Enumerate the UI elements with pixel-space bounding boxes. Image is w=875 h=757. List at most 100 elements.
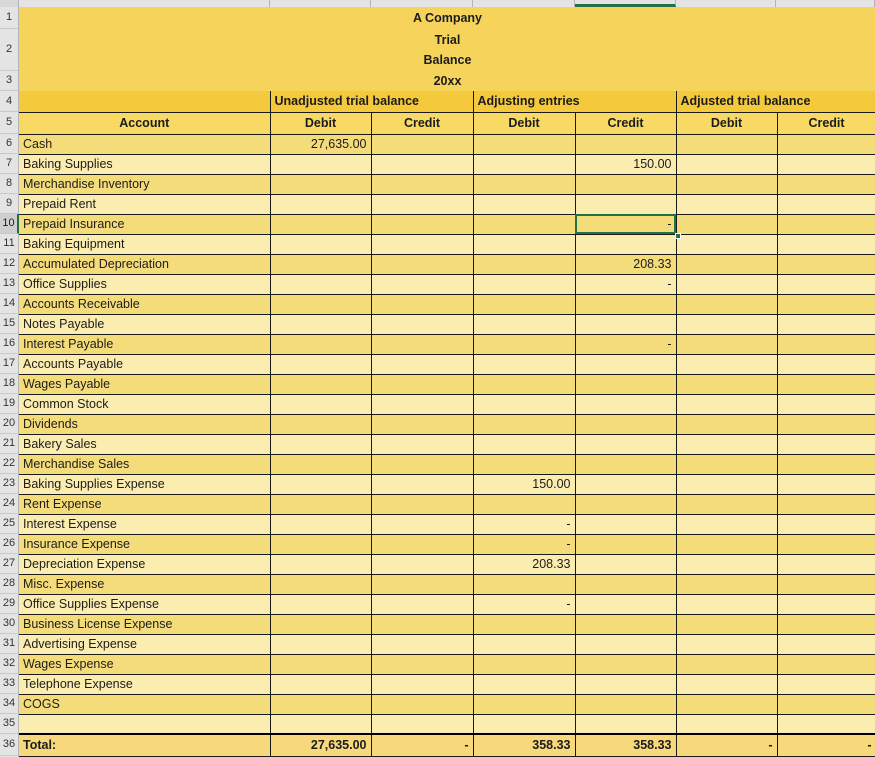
value-cell-f-debit[interactable] [676, 234, 778, 255]
account-name-cell[interactable]: Office Supplies Expense [19, 594, 271, 615]
row-header-25[interactable]: 25 [0, 514, 18, 534]
row-header-31[interactable]: 31 [0, 634, 18, 654]
value-cell-u-debit[interactable] [270, 314, 372, 335]
value-cell-f-credit[interactable] [777, 354, 875, 375]
group-header-2[interactable]: Adjusting entries [473, 91, 677, 113]
row-header-27[interactable]: 27 [0, 554, 18, 574]
value-cell-a-credit[interactable] [575, 354, 677, 375]
value-cell-f-credit[interactable] [777, 514, 875, 535]
value-cell-f-debit[interactable] [676, 554, 778, 575]
value-cell-f-credit[interactable] [777, 674, 875, 695]
value-cell-u-debit[interactable] [270, 654, 372, 675]
account-name-cell[interactable]: Accounts Receivable [19, 294, 271, 315]
row-header-3[interactable]: 3 [0, 71, 18, 91]
value-cell-a-debit[interactable] [473, 274, 576, 295]
value-cell-u-credit[interactable] [371, 194, 474, 215]
company-title-cell[interactable]: A Company [19, 7, 875, 29]
value-cell-f-credit[interactable] [777, 314, 875, 335]
row-header-36[interactable]: 36 [0, 734, 18, 756]
account-name-cell[interactable]: Telephone Expense [19, 674, 271, 695]
value-cell-u-credit[interactable] [371, 234, 474, 255]
value-cell-u-credit[interactable] [371, 634, 474, 655]
value-cell-u-credit[interactable] [371, 674, 474, 695]
value-cell-u-credit[interactable] [371, 394, 474, 415]
value-cell-a-debit[interactable] [473, 134, 576, 155]
account-name-cell[interactable]: Interest Expense [19, 514, 271, 535]
value-cell-u-credit[interactable] [371, 694, 474, 715]
value-cell-u-debit[interactable] [270, 714, 372, 735]
value-cell-f-debit[interactable] [676, 254, 778, 275]
value-cell-u-credit[interactable] [371, 414, 474, 435]
value-cell-u-credit[interactable] [371, 314, 474, 335]
account-name-cell[interactable]: Dividends [19, 414, 271, 435]
value-cell-a-debit[interactable]: - [473, 594, 576, 615]
value-cell-a-credit[interactable] [575, 554, 677, 575]
row-header-26[interactable]: 26 [0, 534, 18, 554]
row-header-32[interactable]: 32 [0, 654, 18, 674]
row-header-21[interactable]: 21 [0, 434, 18, 454]
value-cell-u-debit[interactable] [270, 174, 372, 195]
account-name-cell[interactable]: Notes Payable [19, 314, 271, 335]
column-header-adjusted-debit[interactable] [676, 0, 776, 7]
value-cell-u-debit[interactable] [270, 614, 372, 635]
account-name-cell[interactable]: Prepaid Insurance [19, 214, 271, 235]
value-cell-f-debit[interactable] [676, 414, 778, 435]
value-cell-f-credit[interactable] [777, 574, 875, 595]
value-cell-u-credit[interactable] [371, 294, 474, 315]
value-cell-a-debit[interactable] [473, 694, 576, 715]
row-header-20[interactable]: 20 [0, 414, 18, 434]
value-cell-f-credit[interactable] [777, 234, 875, 255]
col-header-credit-2[interactable]: Credit [371, 112, 474, 135]
value-cell-f-credit[interactable] [777, 454, 875, 475]
value-cell-f-credit[interactable] [777, 134, 875, 155]
value-cell-f-credit[interactable] [777, 254, 875, 275]
row-header-29[interactable]: 29 [0, 594, 18, 614]
value-cell-f-debit[interactable] [676, 714, 778, 735]
value-cell-a-debit[interactable] [473, 574, 576, 595]
value-cell-a-debit[interactable] [473, 154, 576, 175]
value-cell-a-credit[interactable]: - [575, 214, 677, 235]
value-cell-a-credit[interactable] [575, 494, 677, 515]
value-cell-f-credit[interactable] [777, 294, 875, 315]
column-header-adjusting-credit[interactable] [575, 0, 676, 7]
value-cell-u-credit[interactable] [371, 494, 474, 515]
account-name-cell[interactable]: Wages Expense [19, 654, 271, 675]
value-cell-u-debit[interactable] [270, 594, 372, 615]
value-cell-a-credit[interactable] [575, 514, 677, 535]
row-header-6[interactable]: 6 [0, 134, 18, 154]
value-cell-a-credit[interactable] [575, 294, 677, 315]
row-header-24[interactable]: 24 [0, 494, 18, 514]
value-cell-a-debit[interactable]: - [473, 514, 576, 535]
value-cell-u-debit[interactable] [270, 214, 372, 235]
value-cell-a-credit[interactable]: - [575, 274, 677, 295]
value-cell-a-debit[interactable] [473, 674, 576, 695]
value-cell-f-debit[interactable] [676, 574, 778, 595]
value-cell-u-debit[interactable] [270, 474, 372, 495]
value-cell-u-credit[interactable] [371, 574, 474, 595]
value-cell-u-credit[interactable] [371, 614, 474, 635]
value-cell-u-debit[interactable] [270, 554, 372, 575]
value-cell-u-credit[interactable] [371, 434, 474, 455]
value-cell-a-debit[interactable]: - [473, 534, 576, 555]
account-name-cell[interactable]: Business License Expense [19, 614, 271, 635]
col-header-debit-1[interactable]: Debit [270, 112, 372, 135]
value-cell-f-credit[interactable] [777, 594, 875, 615]
total-cell-f-credit[interactable]: - [777, 733, 875, 757]
column-header-unadjusted-debit[interactable] [270, 0, 371, 7]
value-cell-f-credit[interactable] [777, 474, 875, 495]
value-cell-f-debit[interactable] [676, 374, 778, 395]
group-header-3[interactable]: Adjusted trial balance [676, 91, 875, 113]
value-cell-a-credit[interactable] [575, 674, 677, 695]
value-cell-f-credit[interactable] [777, 714, 875, 735]
value-cell-u-debit[interactable] [270, 634, 372, 655]
row-header-28[interactable]: 28 [0, 574, 18, 594]
value-cell-a-credit[interactable]: 208.33 [575, 254, 677, 275]
value-cell-u-debit[interactable] [270, 354, 372, 375]
value-cell-u-credit[interactable] [371, 714, 474, 735]
value-cell-u-debit[interactable] [270, 294, 372, 315]
value-cell-f-debit[interactable] [676, 654, 778, 675]
value-cell-a-credit[interactable] [575, 654, 677, 675]
value-cell-a-credit[interactable] [575, 434, 677, 455]
account-name-cell[interactable]: Bakery Sales [19, 434, 271, 455]
value-cell-u-debit[interactable] [270, 394, 372, 415]
